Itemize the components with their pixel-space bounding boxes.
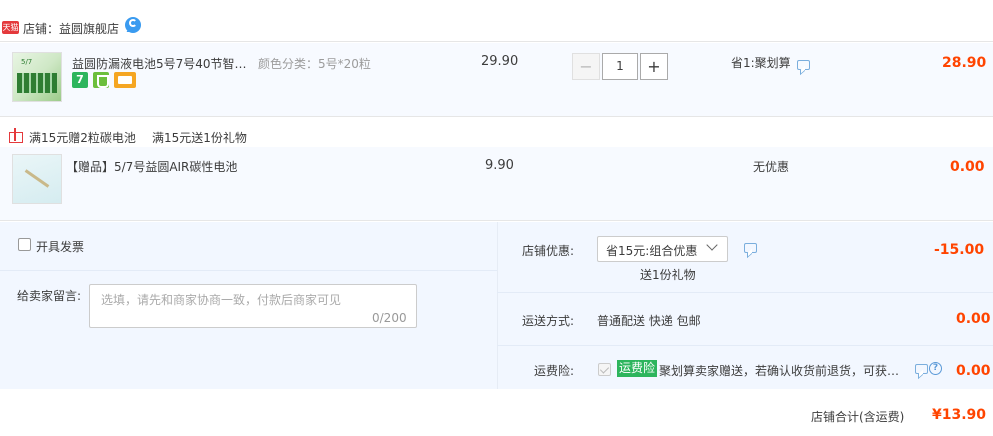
invoice-checkbox[interactable] bbox=[18, 238, 31, 251]
product-thumbnail[interactable] bbox=[12, 154, 62, 204]
product-sku: 颜色分类：5号*20粒 bbox=[258, 57, 371, 71]
unit-price: 29.90 bbox=[481, 54, 519, 69]
help-icon[interactable]: ? bbox=[929, 362, 942, 375]
item-promo: 省1:聚划算 bbox=[731, 56, 791, 70]
message-placeholder: 选填，请先和商家协商一致，付款后商家可见 bbox=[101, 293, 342, 307]
invoice-label[interactable]: 开具发票 bbox=[36, 238, 84, 255]
gift-icon bbox=[8, 127, 23, 143]
chat-seller-icon[interactable] bbox=[125, 17, 141, 33]
comment-icon[interactable] bbox=[915, 364, 928, 374]
shop-total-label: 店铺合计(含运费) bbox=[811, 410, 905, 424]
shipping-method: 普通配送 快递 包邮 bbox=[597, 314, 701, 328]
quantity-input[interactable]: 1 bbox=[602, 53, 638, 80]
insurance-amount: 0.00 bbox=[956, 363, 991, 379]
message-label: 给卖家留言: bbox=[17, 289, 82, 303]
insurance-description: 聚划算卖家赠送，若确认收货前退货，可获得保险赔付 bbox=[659, 364, 901, 378]
quantity-decrease-button[interactable]: − bbox=[572, 53, 600, 80]
item-total: 0.00 bbox=[950, 159, 985, 175]
shop-discount-selected[interactable]: 省15元:组合优惠 bbox=[606, 242, 697, 259]
shipping-label: 运送方式: bbox=[522, 314, 575, 328]
credit-card-icon[interactable] bbox=[114, 72, 136, 88]
divider bbox=[497, 292, 993, 293]
item-promo: 无优惠 bbox=[753, 160, 790, 174]
item-total: 28.90 bbox=[942, 55, 987, 71]
tmall-icon: 天猫 bbox=[2, 21, 19, 34]
quality-guarantee-icon[interactable] bbox=[93, 72, 109, 88]
divider bbox=[497, 222, 498, 389]
insurance-tag: 运费险 bbox=[617, 360, 658, 377]
shop-name-link[interactable]: 店铺：益圆旗舰店 bbox=[23, 20, 119, 37]
divider bbox=[0, 270, 497, 271]
unit-price: 9.90 bbox=[485, 158, 514, 173]
seven-day-return-icon[interactable]: 7 bbox=[72, 72, 88, 88]
insurance-label: 运费险: bbox=[534, 364, 575, 378]
shop-discount-amount: -15.00 bbox=[934, 242, 985, 258]
product-thumbnail[interactable]: 5/7 bbox=[12, 52, 62, 102]
insurance-checkbox bbox=[598, 363, 611, 376]
comment-icon[interactable] bbox=[744, 243, 757, 253]
shop-discount-label: 店铺优惠: bbox=[522, 244, 575, 258]
product-title-link[interactable]: 益圆防漏液电池5号7号40节智能门锁玩具遥控器 bbox=[72, 55, 247, 72]
quantity-increase-button[interactable]: + bbox=[640, 53, 668, 80]
message-char-count: 0/200 bbox=[372, 311, 407, 325]
comment-icon[interactable] bbox=[797, 60, 810, 70]
gift-promo-text: 满15元送1份礼物 bbox=[152, 131, 247, 145]
shop-total-amount: ¥13.90 bbox=[932, 407, 987, 423]
product-title-link[interactable]: 【赠品】5/7号益圆AIR碳性电池 bbox=[66, 158, 246, 175]
shop-header bbox=[0, 0, 993, 42]
divider bbox=[497, 345, 993, 346]
shipping-amount: 0.00 bbox=[956, 311, 991, 327]
shop-discount-gift: 送1份礼物 bbox=[640, 268, 696, 282]
gift-promo-text: 满15元赠2粒碳电池 bbox=[29, 131, 136, 145]
